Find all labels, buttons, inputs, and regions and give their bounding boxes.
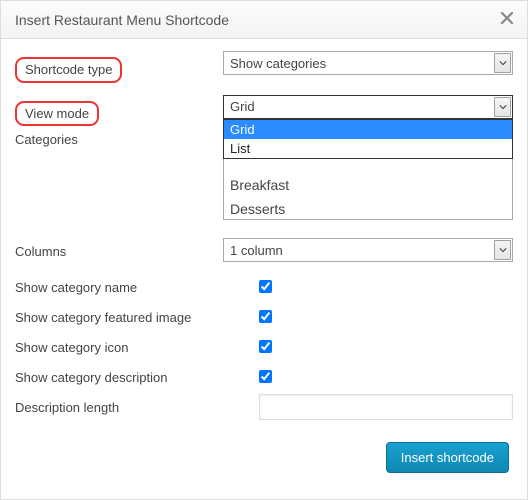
columns-select[interactable]: 1 column bbox=[223, 238, 513, 262]
label-show-cat-desc: Show category description bbox=[15, 364, 223, 385]
columns-value: 1 column bbox=[230, 243, 283, 258]
label-show-cat-icon: Show category icon bbox=[15, 334, 223, 355]
label-show-cat-image: Show category featured image bbox=[15, 304, 223, 325]
shortcode-type-value: Show categories bbox=[230, 56, 326, 71]
chevron-down-icon bbox=[494, 240, 511, 260]
view-mode-option-list[interactable]: List bbox=[224, 139, 512, 158]
list-item[interactable]: Breakfast bbox=[224, 173, 512, 197]
label-shortcode-type: Shortcode type bbox=[15, 57, 122, 83]
label-columns: Columns bbox=[15, 238, 223, 259]
shortcode-type-select[interactable]: Show categories bbox=[223, 51, 513, 75]
label-show-cat-name: Show category name bbox=[15, 274, 223, 295]
chevron-down-icon bbox=[494, 97, 511, 117]
view-mode-select[interactable]: Grid bbox=[223, 95, 513, 119]
insert-shortcode-button[interactable]: Insert shortcode bbox=[386, 442, 509, 473]
label-desc-length: Description length bbox=[15, 394, 223, 415]
show-category-name-checkbox[interactable] bbox=[259, 280, 272, 293]
list-item[interactable]: Desserts bbox=[224, 197, 512, 220]
close-icon[interactable] bbox=[499, 10, 515, 29]
description-length-input[interactable] bbox=[259, 394, 513, 420]
dialog-body: Shortcode type Show categories View mode… bbox=[1, 39, 527, 487]
dialog-title: Insert Restaurant Menu Shortcode bbox=[15, 12, 499, 28]
show-category-desc-checkbox[interactable] bbox=[259, 370, 272, 383]
dialog-titlebar: Insert Restaurant Menu Shortcode bbox=[1, 1, 527, 39]
chevron-down-icon bbox=[494, 53, 511, 73]
label-categories: Categories bbox=[15, 132, 78, 147]
view-mode-dropdown: Grid List bbox=[223, 119, 513, 159]
view-mode-value: Grid bbox=[230, 99, 255, 114]
view-mode-option-grid[interactable]: Grid bbox=[224, 120, 512, 139]
show-category-image-checkbox[interactable] bbox=[259, 310, 272, 323]
label-view-mode: View mode bbox=[15, 101, 99, 127]
show-category-icon-checkbox[interactable] bbox=[259, 340, 272, 353]
